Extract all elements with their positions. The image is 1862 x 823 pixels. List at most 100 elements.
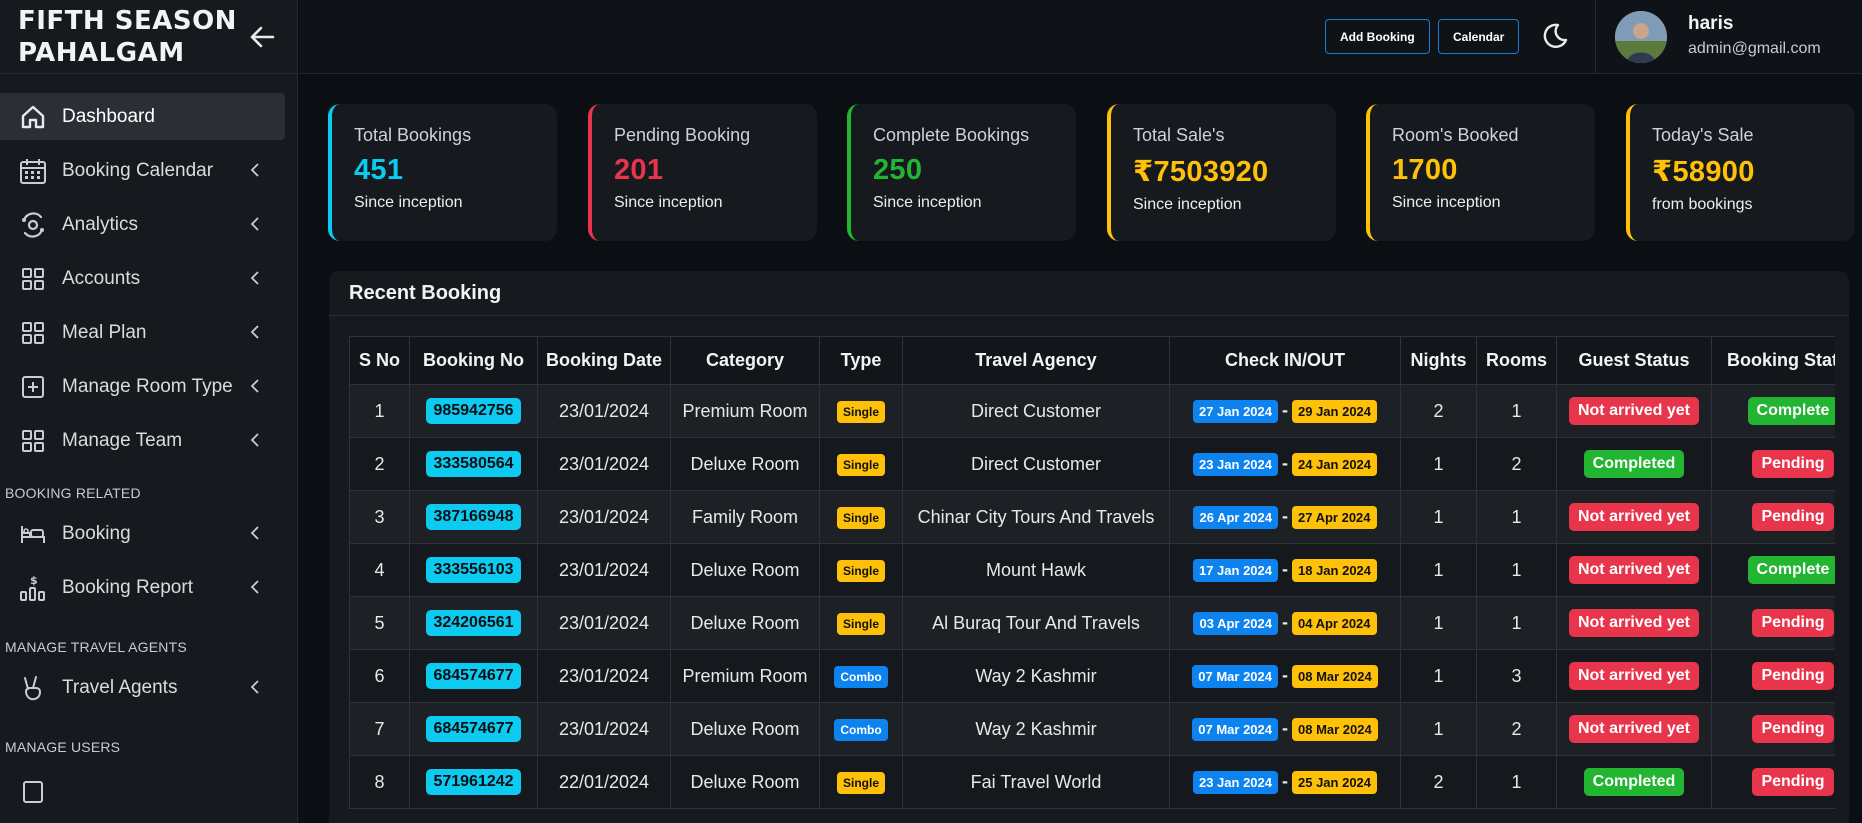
table-cell: 2 — [1400, 755, 1477, 809]
table-cell: 23/01/2024 — [537, 437, 671, 491]
travel-agency: Fai Travel World — [970, 771, 1102, 792]
booking-date: 23/01/2024 — [558, 400, 650, 421]
table-row[interactable]: 1 985942756 23/01/2024 Premium Room Single Di… — [349, 384, 1835, 438]
sidebar-item-booking-report[interactable]: $ Booking Report — [0, 564, 285, 611]
serial-number: 8 — [374, 771, 385, 792]
moon-icon[interactable] — [1539, 20, 1571, 52]
check-out-badge: 08 Mar 2024 — [1292, 664, 1378, 688]
rooms-count: 1 — [1511, 506, 1522, 527]
table-row[interactable]: 7 684574677 23/01/2024 Deluxe Room Combo Way … — [349, 702, 1835, 756]
stat-title: Complete Bookings — [873, 125, 1030, 145]
booking-number-badge[interactable]: 387166948 — [426, 504, 521, 530]
nights-count: 1 — [1433, 559, 1444, 580]
avatar[interactable] — [1615, 11, 1667, 63]
booking-number-badge[interactable]: 985942756 — [426, 398, 521, 424]
stat-subtitle: Since inception — [873, 194, 982, 211]
booking-date: 23/01/2024 — [558, 612, 650, 633]
check-in-out-cell: 17 Jan 2024-18 Jan 2024 — [1169, 543, 1401, 597]
chevron-left-icon — [250, 433, 259, 447]
sidebar-item-accounts[interactable]: Accounts — [0, 255, 285, 302]
stat-title: Pending Booking — [614, 125, 751, 145]
nights-count: 1 — [1433, 612, 1444, 633]
table-row[interactable]: 4 333556103 23/01/2024 Deluxe Room Single Mou… — [349, 543, 1835, 597]
date-separator: - — [1282, 399, 1288, 420]
table-row[interactable]: 5 324206561 23/01/2024 Deluxe Room Single Al … — [349, 596, 1835, 650]
table-cell: Complete — [1711, 543, 1835, 597]
recent-booking-table-wrap[interactable]: S No Booking No Booking Date Category Type Tr… — [349, 336, 1835, 823]
table-row[interactable]: 8 571961242 22/01/2024 Deluxe Room Single Fai… — [349, 755, 1835, 809]
user-icon — [18, 777, 48, 807]
table-cell: 23/01/2024 — [537, 490, 671, 544]
booking-number-badge[interactable]: 324206561 — [426, 610, 521, 636]
table-row[interactable]: 2 333580564 23/01/2024 Deluxe Room Single Dir… — [349, 437, 1835, 491]
serial-number: 2 — [374, 453, 385, 474]
sidebar-item-label: Analytics — [62, 213, 139, 235]
bed-icon — [18, 519, 48, 549]
chevron-left-icon — [250, 163, 259, 177]
table-cell: Direct Customer — [902, 384, 1170, 438]
serial-number: 3 — [374, 506, 385, 527]
recent-booking-panel: Recent Booking S No Booking No Booking Dat… — [329, 271, 1849, 823]
stat-value: ₹7503920 — [1133, 156, 1269, 188]
user-email: admin@gmail.com — [1688, 40, 1821, 57]
calendar-button[interactable]: Calendar — [1438, 19, 1520, 54]
booking-number-badge[interactable]: 333556103 — [426, 557, 521, 583]
table-header-row: S No Booking No Booking Date Category Type Tr… — [349, 336, 1835, 385]
serial-number: 6 — [374, 665, 385, 686]
table-cell: 1 — [1400, 649, 1477, 703]
rooms-count: 1 — [1511, 559, 1522, 580]
table-cell: Completed — [1556, 437, 1712, 491]
booking-date: 23/01/2024 — [558, 718, 650, 739]
stat-title: Room's Booked — [1392, 125, 1519, 145]
column-header: Booking No — [409, 336, 538, 385]
booking-number-badge[interactable]: 571961242 — [426, 769, 521, 795]
check-in-badge: 17 Jan 2024 — [1192, 558, 1278, 582]
table-cell: Pending — [1711, 702, 1835, 756]
table-cell: 333556103 — [409, 543, 538, 597]
sidebar-item-meal-plan[interactable]: Meal Plan — [0, 309, 285, 356]
table-cell: 1 — [1476, 490, 1557, 544]
date-separator: - — [1282, 452, 1288, 473]
stat-subtitle: Since inception — [1392, 194, 1501, 211]
booking-number-badge[interactable]: 684574677 — [426, 716, 521, 742]
sidebar-item-manage-room-type[interactable]: Manage Room Type — [0, 363, 285, 410]
chevron-left-icon — [250, 580, 259, 594]
sidebar-item-dashboard[interactable]: Dashboard — [0, 93, 285, 140]
table-cell: 1 — [1476, 384, 1557, 438]
stat-subtitle: Since inception — [614, 194, 723, 211]
booking-number-badge[interactable]: 684574677 — [426, 663, 521, 689]
sidebar: FIFTH SEASON PAHALGAM Dashboard Booking … — [0, 0, 298, 823]
sidebar-item-booking-calendar[interactable]: Booking Calendar — [0, 147, 285, 194]
sidebar-item-travel-agents[interactable]: Travel Agents — [0, 664, 285, 711]
table-row[interactable]: 3 387166948 23/01/2024 Family Room Single Chi… — [349, 490, 1835, 544]
type-badge: Single — [836, 400, 885, 423]
type-badge: Single — [836, 771, 885, 794]
travel-agency: Direct Customer — [970, 400, 1102, 421]
brand-title: FIFTH SEASON PAHALGAM — [18, 5, 237, 68]
table-cell: 2 — [1476, 702, 1557, 756]
sidebar-item-manage-team[interactable]: Manage Team — [0, 417, 285, 464]
table-cell: Pending — [1711, 596, 1835, 650]
svg-text:$: $ — [30, 574, 38, 587]
serial-number: 5 — [374, 612, 385, 633]
check-out-badge: 08 Mar 2024 — [1292, 717, 1378, 741]
check-out-badge: 29 Jan 2024 — [1292, 399, 1378, 423]
sidebar-item-analytics[interactable]: Analytics — [0, 201, 285, 248]
add-booking-button[interactable]: Add Booking — [1325, 19, 1430, 54]
table-row[interactable]: 6 684574677 23/01/2024 Premium Room Combo Way… — [349, 649, 1835, 703]
header-divider — [1595, 0, 1596, 74]
column-header: Guest Status — [1556, 336, 1712, 385]
date-separator: - — [1282, 611, 1288, 632]
booking-date: 23/01/2024 — [558, 506, 650, 527]
table-cell: 8 — [349, 755, 410, 809]
table-cell: Deluxe Room — [670, 702, 820, 756]
arrow-left-icon[interactable] — [247, 22, 277, 52]
sidebar-item-users[interactable] — [0, 768, 285, 815]
table-body: 1 985942756 23/01/2024 Premium Room Single Di… — [349, 384, 1835, 809]
sidebar-item-booking[interactable]: Booking — [0, 510, 285, 557]
stat-value: 250 — [873, 154, 923, 186]
booking-number-badge[interactable]: 333580564 — [426, 451, 521, 477]
date-separator: - — [1282, 717, 1288, 738]
table-cell: Pending — [1711, 437, 1835, 491]
table-cell: 333580564 — [409, 437, 538, 491]
